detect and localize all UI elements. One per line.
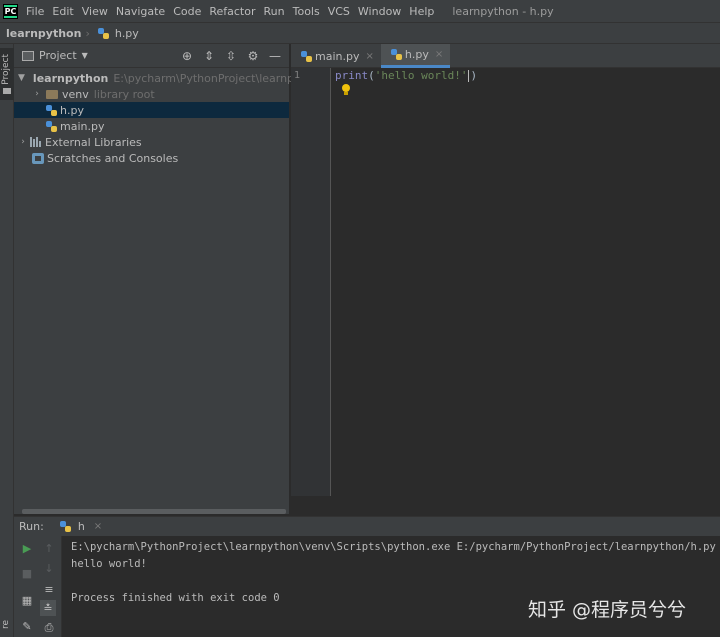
window-title: learnpython - h.py <box>452 4 554 18</box>
library-icon <box>30 137 42 147</box>
breadcrumb: learnpython › h.py <box>0 22 720 44</box>
scroll-to-end-icon[interactable]: ≛ <box>40 600 56 616</box>
code-line[interactable]: print('hello world!') <box>335 69 477 82</box>
tree-item-venv[interactable]: › venv library root <box>14 86 289 102</box>
python-file-icon <box>46 104 57 116</box>
tab-label: main.py <box>315 49 360 63</box>
tree-item-label: main.py <box>60 119 105 133</box>
gear-icon[interactable]: ⚙ <box>247 49 259 63</box>
run-tab-label: h <box>77 520 85 533</box>
folder-icon <box>46 89 58 99</box>
project-tree: ▼ learnpython E:\pycharm\PythonProject\l… <box>14 68 326 166</box>
tree-item-hint: library root <box>93 87 155 101</box>
breadcrumb-file-label: h.py <box>114 26 139 40</box>
collapse-all-icon[interactable]: ⇳ <box>225 49 237 63</box>
minimize-icon[interactable]: — <box>269 49 281 63</box>
chevron-down-icon[interactable]: ▼ <box>18 73 25 83</box>
python-file-icon <box>301 50 312 62</box>
run-toolbar: ▶ ↑ ↓ ■ ≡ ▦ ≛ ✎ ⎙ <box>14 536 62 637</box>
menu-run[interactable]: Run <box>264 5 285 18</box>
tree-item-label: h.py <box>60 103 84 117</box>
breadcrumb-project[interactable]: learnpython <box>6 27 81 40</box>
editor-tab-bar: main.py × h.py × <box>291 44 720 68</box>
folder-icon <box>3 88 11 94</box>
watermark: 知乎 @程序员兮兮 <box>528 599 687 621</box>
tab-main-py[interactable]: main.py × <box>291 44 381 68</box>
breadcrumb-file[interactable]: h.py <box>94 27 139 40</box>
code-editor[interactable]: print('hello world!') <box>332 68 720 496</box>
chevron-right-icon[interactable]: › <box>32 89 42 99</box>
menu-file[interactable]: File <box>26 5 44 18</box>
close-icon[interactable]: × <box>365 51 373 62</box>
menu-code[interactable]: Code <box>173 5 201 18</box>
menu-edit[interactable]: Edit <box>52 5 73 18</box>
tree-item-scratches[interactable]: Scratches and Consoles <box>14 150 289 166</box>
tree-item-h-py[interactable]: h.py <box>14 102 289 118</box>
stop-icon[interactable]: ■ <box>19 565 35 581</box>
locate-icon[interactable]: ⊕ <box>181 49 193 63</box>
menu-navigate[interactable]: Navigate <box>116 5 165 18</box>
console-command: E:\pycharm\PythonProject\learnpython\ven… <box>71 541 716 553</box>
layout-icon[interactable]: ▦ <box>19 592 35 608</box>
menu-window[interactable]: Window <box>358 5 401 18</box>
close-icon[interactable]: × <box>94 521 102 532</box>
close-icon[interactable]: × <box>435 49 443 60</box>
tree-item-label: venv <box>62 87 89 101</box>
horizontal-scrollbar[interactable] <box>22 509 286 514</box>
tree-item-learnpython[interactable]: ▼ learnpython E:\pycharm\PythonProject\l… <box>14 70 326 86</box>
project-panel-title[interactable]: Project <box>39 49 77 62</box>
pin-icon[interactable]: ✎ <box>19 618 35 634</box>
tree-item-label: learnpython <box>32 71 109 85</box>
tree-item-external-libraries[interactable]: › External Libraries <box>14 134 289 150</box>
editor-gutter: 1 <box>291 68 331 496</box>
breadcrumb-separator: › <box>85 26 90 40</box>
project-tool-tab-label: Project <box>1 54 11 85</box>
chevron-right-icon[interactable]: › <box>18 137 28 147</box>
project-panel-header: Project ▼ ⊕ ⇕ ⇳ ⚙ — <box>14 44 289 68</box>
run-panel-header: Run: h × <box>14 516 720 536</box>
soft-wrap-icon[interactable]: ≡ <box>41 581 57 597</box>
code-string: 'hello world!' <box>374 69 468 82</box>
structure-tool-tab[interactable]: re <box>1 620 11 629</box>
menu-tools[interactable]: Tools <box>293 5 320 18</box>
python-file-icon <box>390 49 402 60</box>
scratches-icon <box>32 152 44 164</box>
python-file-icon <box>46 120 57 132</box>
menu-view[interactable]: View <box>82 5 108 18</box>
pycharm-logo-icon: PC <box>3 3 18 19</box>
code-paren-close: ) <box>470 69 478 82</box>
lightbulb-icon[interactable] <box>342 84 351 95</box>
run-tab-h[interactable]: h × <box>56 520 102 533</box>
left-tool-stripe: Project <box>0 44 14 520</box>
arrow-down-icon[interactable]: ↓ <box>41 560 57 576</box>
left-tool-stripe-bottom: re <box>0 520 14 637</box>
tab-label: h.py <box>404 48 429 61</box>
rerun-icon[interactable]: ▶ <box>19 540 35 556</box>
tab-h-py[interactable]: h.py × <box>380 44 451 68</box>
project-panel: Project ▼ ⊕ ⇕ ⇳ ⚙ — ▼ learnpython E:\pyc… <box>14 44 326 514</box>
console-exit-message: Process finished with exit code 0 <box>71 592 280 604</box>
python-file-icon <box>97 27 109 39</box>
tree-item-label: External Libraries <box>45 135 142 149</box>
project-view-icon <box>22 50 34 61</box>
code-paren-open: ( <box>368 69 375 82</box>
run-panel-title: Run: <box>19 520 44 533</box>
menu-bar: PC File Edit View Navigate Code Refactor… <box>0 0 720 22</box>
console-output: hello world! <box>71 558 147 570</box>
menu-vcs[interactable]: VCS <box>328 5 350 18</box>
chevron-down-icon[interactable]: ▼ <box>82 51 88 60</box>
expand-all-icon[interactable]: ⇕ <box>203 49 215 63</box>
line-number: 1 <box>294 70 301 81</box>
tree-item-label: Scratches and Consoles <box>47 151 179 165</box>
python-file-icon <box>59 521 71 532</box>
code-function: print <box>335 69 369 82</box>
menu-refactor[interactable]: Refactor <box>209 5 255 18</box>
tree-item-main-py[interactable]: main.py <box>14 118 289 134</box>
menu-help[interactable]: Help <box>409 5 434 18</box>
print-icon[interactable]: ⎙ <box>41 620 57 636</box>
arrow-up-icon[interactable]: ↑ <box>41 540 57 556</box>
